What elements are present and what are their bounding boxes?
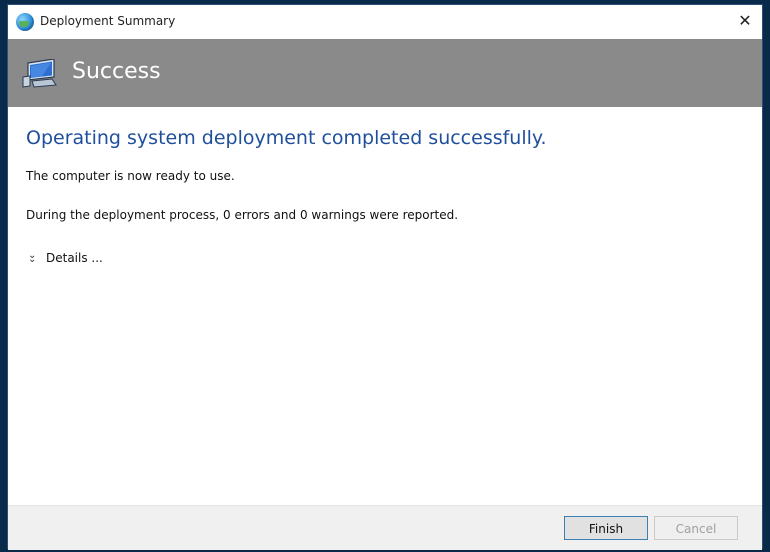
status-banner: Success	[8, 39, 762, 107]
globe-icon	[16, 13, 34, 31]
computer-icon	[22, 59, 57, 88]
close-button[interactable]: ✕	[732, 9, 758, 33]
chevron-double-down-icon: ⌄ ⌄	[28, 250, 37, 265]
details-toggle[interactable]: ⌄ ⌄ Details ...	[26, 250, 103, 266]
banner-title: Success	[72, 59, 161, 84]
content-area: Operating system deployment completed su…	[8, 107, 762, 505]
finish-button[interactable]: Finish	[564, 516, 648, 540]
errors-warnings-message: During the deployment process, 0 errors …	[26, 208, 459, 222]
page-heading: Operating system deployment completed su…	[26, 127, 547, 149]
window-title: Deployment Summary	[40, 14, 176, 28]
cancel-button[interactable]: Cancel	[654, 516, 738, 540]
details-label: Details ...	[46, 251, 103, 265]
deployment-summary-window: Deployment Summary ✕ Success Operating s…	[7, 4, 763, 550]
ready-message: The computer is now ready to use.	[26, 169, 235, 183]
footer: Finish Cancel	[8, 506, 762, 550]
title-bar: Deployment Summary ✕	[8, 5, 762, 39]
